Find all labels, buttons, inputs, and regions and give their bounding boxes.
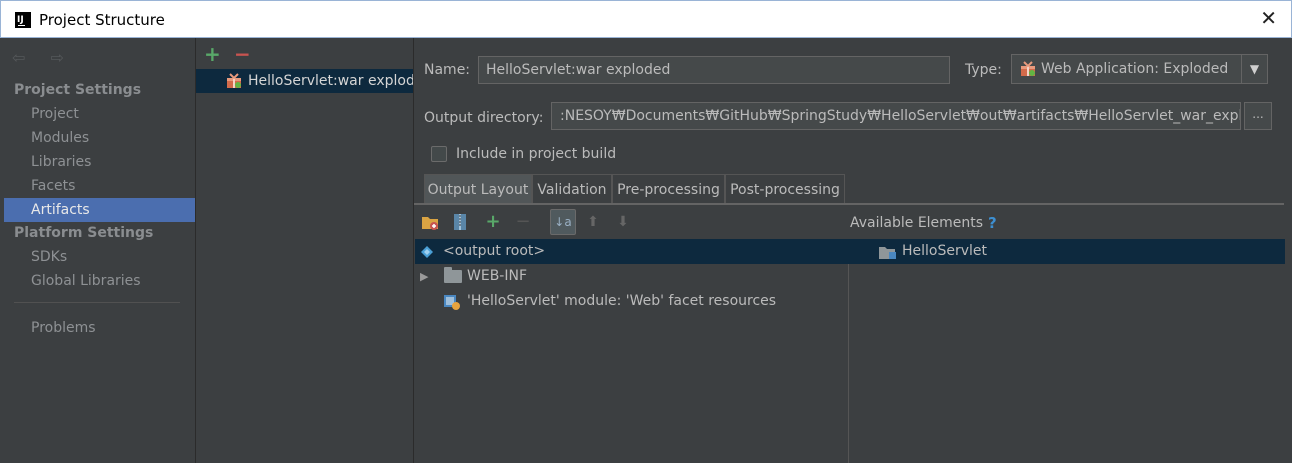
tab-validation[interactable]: Validation (532, 174, 612, 204)
sidebar-item-sdks[interactable]: SDKs (4, 245, 195, 269)
war-icon (1021, 61, 1035, 76)
artifact-label: HelloServlet:war exploded (248, 73, 413, 89)
name-label: Name: (424, 62, 471, 78)
tree-node-web-inf[interactable]: ▶ WEB-INF (415, 264, 849, 289)
tree-node-label: <output root> (443, 243, 546, 259)
project-settings-header: Project Settings (14, 82, 142, 98)
output-layout-tree: <output root> ▶ WEB-INF 'HelloServlet' m… (415, 239, 849, 463)
folder-icon (444, 267, 462, 283)
web-facet-icon (444, 295, 460, 310)
add-copy-icon[interactable]: + (483, 212, 503, 232)
sidebar-divider (14, 302, 180, 303)
type-select[interactable]: Web Application: Exploded ▼ (1011, 54, 1268, 84)
remove-artifact-icon[interactable]: − (234, 42, 251, 66)
tree-node-label: WEB-INF (467, 268, 527, 284)
tab-post-processing[interactable]: Post-processing (725, 174, 845, 204)
war-icon (227, 73, 241, 88)
type-label: Type: (965, 62, 1002, 78)
output-layout-panel: + − ↓a z ⬆ ⬇ Available Elements ? <outpu… (414, 205, 1285, 463)
tab-pre-processing[interactable]: Pre-processing (612, 174, 725, 204)
name-field[interactable]: HelloServlet:war exploded (478, 56, 950, 84)
artifacts-list-panel: + − HelloServlet:war exploded (196, 38, 414, 463)
artifact-list-item[interactable]: HelloServlet:war exploded (196, 69, 413, 93)
move-down-icon[interactable]: ⬇ (613, 212, 633, 232)
sidebar-item-modules[interactable]: Modules (4, 126, 195, 150)
tree-node-label: HelloServlet (902, 243, 988, 259)
available-elements-label: Available Elements (850, 215, 984, 231)
tab-output-layout[interactable]: Output Layout (424, 174, 532, 204)
remove-element-icon[interactable]: − (513, 212, 533, 232)
tree-node-web-facet-resources[interactable]: 'HelloServlet' module: 'Web' facet resou… (415, 289, 849, 314)
sidebar-item-problems[interactable]: Problems (4, 316, 195, 340)
sidebar-item-artifacts[interactable]: Artifacts (4, 198, 195, 222)
add-artifact-icon[interactable]: + (204, 42, 221, 66)
title-bar: IJ Project Structure ✕ (0, 0, 1292, 38)
artifact-details: Name: HelloServlet:war exploded Type: We… (414, 38, 1292, 463)
available-node-helloservlet[interactable]: HelloServlet (849, 239, 1285, 264)
platform-settings-header: Platform Settings (14, 225, 154, 241)
output-directory-field[interactable]: :NESOY₩Documents₩GitHub₩SpringStudy₩Hell… (551, 102, 1241, 130)
window-title: Project Structure (39, 11, 165, 29)
move-up-icon[interactable]: ⬆ (583, 212, 603, 232)
module-folder-icon (879, 247, 896, 259)
sidebar-item-project[interactable]: Project (4, 102, 195, 126)
expand-arrow-icon[interactable]: ▶ (420, 264, 428, 289)
output-root-icon (421, 246, 433, 258)
include-in-build-checkbox[interactable] (431, 146, 447, 162)
sort-alphabetically-icon[interactable]: ↓a z (550, 209, 576, 253)
browse-button[interactable]: ... (1244, 102, 1272, 130)
layout-toolbar: + − ↓a z ⬆ ⬇ Available Elements ? (415, 205, 1285, 253)
include-in-build-label: Include in project build (456, 146, 617, 162)
close-icon[interactable]: ✕ (1260, 8, 1277, 28)
help-icon[interactable]: ? (988, 214, 997, 232)
back-forward-icons[interactable]: ⇦ ⇨ (12, 48, 74, 67)
sidebar-item-libraries[interactable]: Libraries (4, 150, 195, 174)
sidebar-item-facets[interactable]: Facets (4, 174, 195, 198)
tree-node-label: 'HelloServlet' module: 'Web' facet resou… (467, 293, 777, 309)
type-value: Web Application: Exploded (1041, 61, 1229, 77)
chevron-down-icon[interactable]: ▼ (1241, 55, 1267, 83)
sidebar-item-global-libraries[interactable]: Global Libraries (4, 269, 195, 293)
intellij-logo-icon: IJ (15, 12, 31, 28)
create-directory-icon[interactable] (420, 212, 440, 232)
add-archive-icon[interactable] (450, 212, 470, 232)
output-directory-label: Output directory: (424, 110, 544, 126)
tree-node-output-root[interactable]: <output root> (415, 239, 849, 264)
sidebar: ⇦ ⇨ Project Settings Project Modules Lib… (0, 38, 196, 463)
available-elements-tree: HelloServlet (849, 239, 1285, 463)
